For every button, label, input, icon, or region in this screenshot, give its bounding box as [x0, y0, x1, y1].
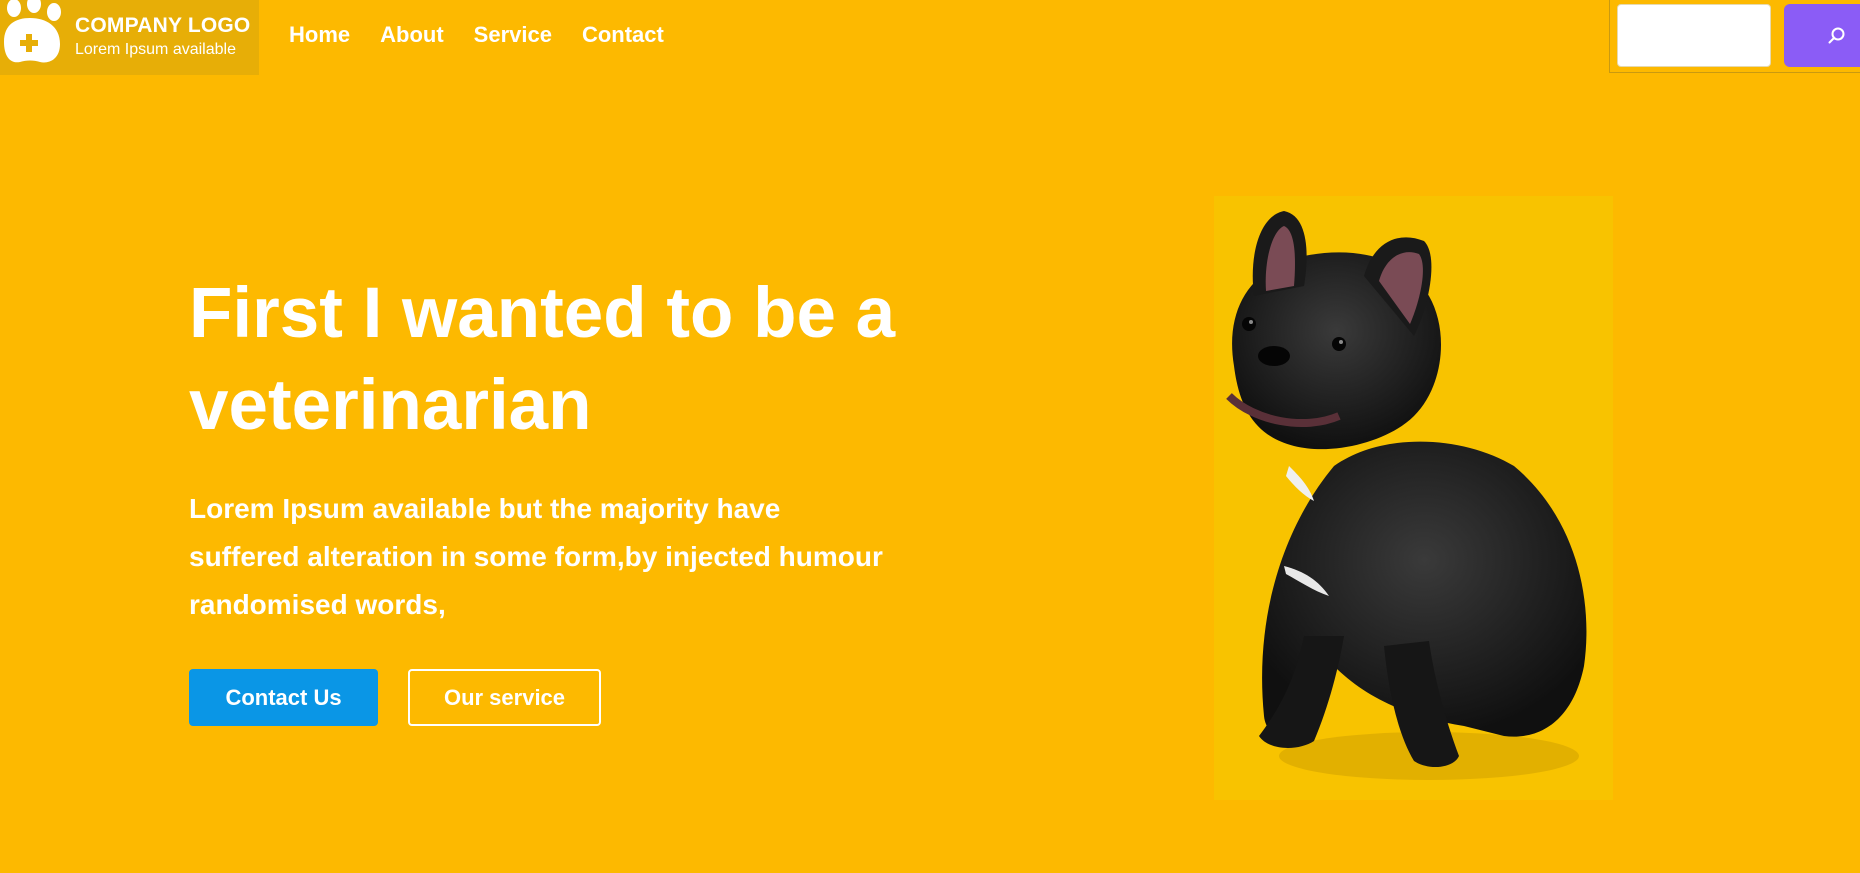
our-service-button[interactable]: Our service — [408, 669, 601, 726]
company-logo[interactable]: COMPANY LOGO Lorem Ipsum available — [0, 0, 259, 75]
main-nav: Home About Service Contact — [289, 22, 694, 48]
hero-title: First I wanted to be a veterinarian — [189, 274, 896, 445]
search-bar — [1609, 0, 1860, 73]
nav-service-link[interactable]: Service — [474, 22, 552, 48]
search-input[interactable] — [1617, 4, 1771, 67]
nav-contact-link[interactable]: Contact — [582, 22, 664, 48]
search-icon — [1828, 27, 1845, 44]
nav-home-link[interactable]: Home — [289, 22, 350, 48]
nav-about-link[interactable]: About — [380, 22, 444, 48]
search-button[interactable] — [1784, 4, 1860, 67]
french-bulldog-photo — [1214, 196, 1613, 800]
logo-title: COMPANY LOGO — [75, 14, 251, 37]
hero-description: Lorem Ipsum available but the majority h… — [189, 493, 883, 620]
paw-plus-icon — [4, 0, 61, 63]
bulldog-illustration — [1226, 211, 1587, 780]
logo-subtitle: Lorem Ipsum available — [75, 41, 236, 58]
contact-us-button[interactable]: Contact Us — [189, 669, 378, 726]
